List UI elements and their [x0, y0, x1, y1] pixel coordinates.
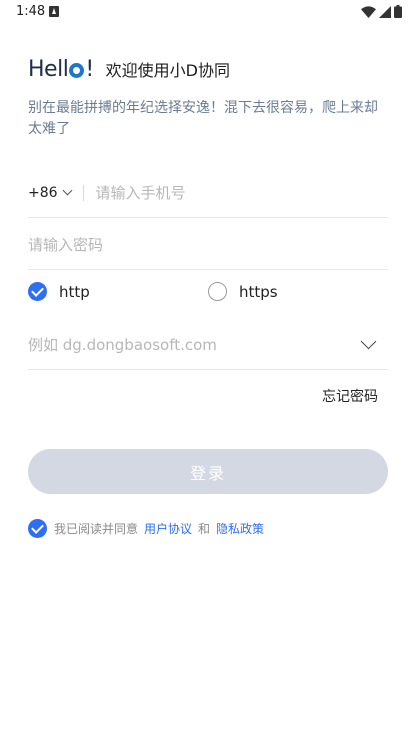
agreement-prefix: 我已阅读并同意 [54, 522, 139, 536]
notification-a-icon [49, 6, 59, 17]
server-address-input[interactable] [28, 335, 363, 354]
agreement-checkbox[interactable] [28, 519, 47, 538]
privacy-policy-link[interactable]: 隐私政策 [216, 520, 264, 537]
signal-icon [379, 5, 391, 18]
hello-logo: Hell ! [28, 57, 94, 82]
user-agreement-link[interactable]: 用户协议 [144, 520, 192, 537]
agreement-and: 和 [198, 522, 211, 536]
status-time: 1:48 [16, 4, 46, 19]
radio-option-https[interactable]: https [208, 282, 278, 301]
battery-icon [394, 5, 402, 18]
forgot-password-link[interactable]: 忘记密码 [322, 386, 378, 406]
password-field-row [28, 220, 388, 270]
page-title: 欢迎使用小D协同 [105, 61, 230, 80]
country-code-label: +86 [28, 184, 58, 201]
radio-option-http[interactable]: http [28, 282, 90, 301]
greeting-header: Hell ! 欢迎使用小D协同 [28, 56, 230, 82]
globe-icon [69, 62, 85, 78]
page-subtitle: 别在最能拼搏的年纪选择安逸！混下去很容易，爬上来却太难了 [28, 100, 378, 137]
chevron-down-icon[interactable] [360, 333, 377, 350]
server-field-row [28, 320, 388, 370]
radio-unchecked-icon[interactable] [208, 282, 227, 301]
radio-label-https: https [239, 282, 278, 301]
login-button[interactable]: 登录 [28, 449, 388, 494]
protocol-radio-group: http https [28, 282, 388, 308]
chevron-down-icon [62, 185, 72, 196]
phone-input[interactable] [95, 183, 388, 202]
agreement-row: 我已阅读并同意 用户协议 和 隐私政策 [28, 519, 270, 538]
divider [82, 184, 84, 201]
wifi-icon [361, 5, 376, 18]
phone-field-row: +86 [28, 168, 388, 218]
password-input[interactable] [28, 235, 388, 254]
hello-logo-prefix: Hell [28, 56, 69, 82]
radio-label-http: http [59, 282, 90, 301]
radio-checked-icon[interactable] [28, 282, 47, 301]
hello-logo-suffix: ! [85, 56, 94, 82]
country-code-selector[interactable]: +86 [28, 184, 72, 201]
status-bar: 1:48 [0, 0, 416, 24]
status-icons [361, 5, 402, 18]
